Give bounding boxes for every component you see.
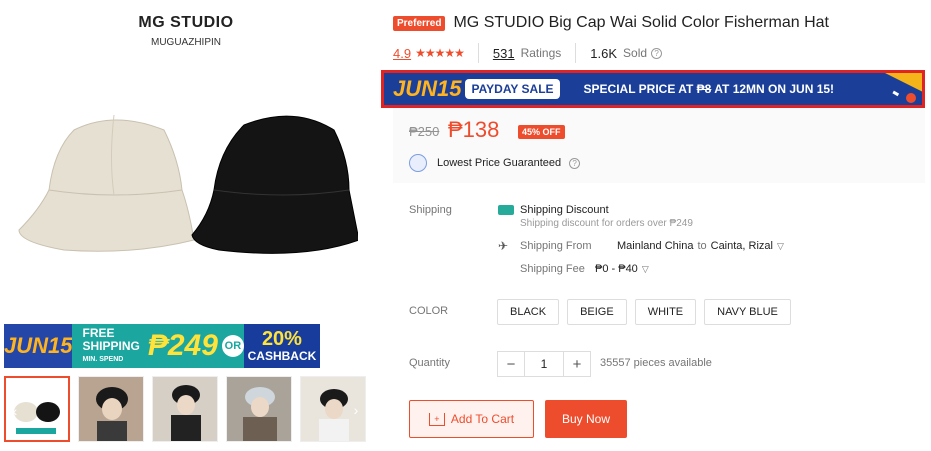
original-price: ₱250 — [409, 124, 440, 139]
thumbnail-model-image — [153, 377, 217, 441]
shipping-to-value[interactable]: Cainta, Rizal — [711, 240, 773, 252]
thumbnail-prev-icon[interactable]: ‹ — [6, 402, 24, 420]
divider — [575, 43, 577, 63]
thumbnail-1[interactable]: ‹ — [4, 376, 70, 442]
promo-min-spend: MIN. SPEND — [82, 355, 124, 363]
sold-count: 1.6K — [590, 45, 618, 61]
promo-free-text: FREE SHIPPING MIN. SPEND — [82, 325, 140, 366]
color-option-black[interactable]: BLACK — [497, 299, 560, 325]
quantity-label: Quantity — [409, 357, 450, 369]
buy-now-button[interactable]: Buy Now — [545, 400, 627, 438]
promo-cashback: 20% CASHBACK — [243, 324, 320, 368]
promo-cashback-label: CASHBACK — [247, 349, 317, 363]
preferred-badge: Preferred — [393, 15, 446, 31]
quantity-input[interactable]: 1 — [524, 352, 564, 376]
shipping-from-value: Mainland China — [617, 240, 694, 252]
help-icon[interactable]: ? — [651, 47, 663, 59]
free-shipping-truck-icon — [498, 205, 514, 216]
guarantee-label: Lowest Price Guaranteed — [437, 157, 562, 169]
divider — [477, 43, 479, 63]
add-to-cart-button[interactable]: + Add To Cart — [409, 400, 534, 438]
shipping-details: Shipping Discount Shipping discount for … — [498, 204, 784, 275]
quantity-stepper: − 1 + — [497, 351, 591, 377]
quantity-minus-button[interactable]: − — [498, 352, 524, 376]
lowest-price-guarantee[interactable]: Lowest Price Guaranteed ? — [409, 154, 581, 172]
current-price: ₱138 — [448, 117, 500, 142]
thumbnail-5[interactable]: › — [300, 376, 366, 442]
thumbnail-strip: ‹ › — [4, 376, 368, 444]
hat-image — [18, 114, 358, 254]
discount-badge: 45% OFF — [518, 125, 565, 139]
quantity-plus-button[interactable]: + — [564, 352, 590, 376]
promo-free-label: FREE — [82, 325, 115, 340]
stats-row: 4.9 ★★★★★ 531 Ratings 1.6K Sold ? — [393, 43, 663, 63]
shipping-discount-title: Shipping Discount — [520, 204, 609, 216]
color-option-beige[interactable]: BEIGE — [567, 299, 627, 325]
plane-icon: ✈ — [498, 239, 509, 253]
shipping-from-row: ✈ Shipping From Mainland China to Cainta… — [498, 239, 784, 253]
brand-name: MG STUDIO — [138, 14, 234, 31]
help-icon[interactable]: ? — [569, 157, 581, 169]
thumbnail-model-image — [227, 377, 291, 441]
thumbnail-4[interactable] — [226, 376, 292, 442]
product-gallery: MG STUDIO MUGUAZHIPIN JUN15 FREE SHIPPIN… — [4, 0, 368, 451]
add-to-cart-label: Add To Cart — [450, 412, 515, 426]
color-options: BLACK BEIGE WHITE NAVY BLUE — [497, 299, 791, 325]
thumbnail-model-image — [79, 377, 143, 441]
chevron-down-icon[interactable]: ▽ — [642, 264, 649, 275]
thumbnail-3[interactable] — [152, 376, 218, 442]
chevron-down-icon[interactable]: ▽ — [777, 241, 784, 252]
product-info: Preferred MG STUDIO Big Cap Wai Solid Co… — [381, 0, 931, 451]
shipping-discount: Shipping Discount — [498, 204, 784, 216]
brand-subtitle: MUGUAZHIPIN — [151, 37, 221, 48]
rating-stars-icon: ★★★★★ — [415, 46, 465, 60]
promo-amount: ₱249 — [147, 329, 218, 362]
highlight-annotation-box — [381, 70, 925, 108]
color-option-white[interactable]: WHITE — [634, 299, 697, 325]
promo-jun15-logo: JUN15 — [4, 324, 73, 368]
ratings-label: Ratings — [520, 46, 562, 60]
color-label: COLOR — [409, 305, 449, 317]
shipping-to-word: to — [697, 240, 707, 252]
shipping-discount-subtitle: Shipping discount for orders over ₱249 — [520, 218, 693, 229]
thumbnail-next-icon[interactable]: › — [347, 401, 365, 419]
price-panel: ₱250 ₱138 45% OFF Lowest Price Guarantee… — [393, 108, 925, 183]
stock-available: 35557 pieces available — [600, 357, 712, 369]
promo-shipping-label: SHIPPING — [82, 338, 140, 353]
product-title: MG STUDIO Big Cap Wai Solid Color Fisher… — [453, 14, 829, 31]
cart-plus-icon: + — [428, 412, 445, 426]
shipping-fee-value[interactable]: ₱0 - ₱40 — [595, 263, 638, 275]
thumbnail-2[interactable] — [78, 376, 144, 442]
rating-value[interactable]: 4.9 — [393, 46, 411, 61]
shield-badge-icon — [409, 154, 427, 172]
promo-banner[interactable]: JUN15 FREE SHIPPING MIN. SPEND ₱249 OR 2… — [4, 324, 320, 368]
promo-free-shipping: FREE SHIPPING MIN. SPEND ₱249 OR — [72, 324, 244, 368]
shipping-from-label: Shipping From — [520, 240, 592, 252]
shipping-fee-row: Shipping Fee ₱0 - ₱40 ▽ — [498, 263, 784, 275]
promo-cashback-pct: 20% — [261, 328, 302, 350]
title-row: Preferred MG STUDIO Big Cap Wai Solid Co… — [393, 14, 829, 32]
ratings-count[interactable]: 531 — [493, 46, 515, 61]
shipping-fee-label: Shipping Fee — [520, 263, 585, 275]
sold-label: Sold — [623, 46, 648, 60]
shipping-label: Shipping — [409, 204, 452, 216]
color-option-navy-blue[interactable]: NAVY BLUE — [704, 299, 791, 325]
promo-or: OR — [221, 335, 244, 357]
main-product-image[interactable]: MG STUDIO MUGUAZHIPIN — [4, 0, 368, 324]
